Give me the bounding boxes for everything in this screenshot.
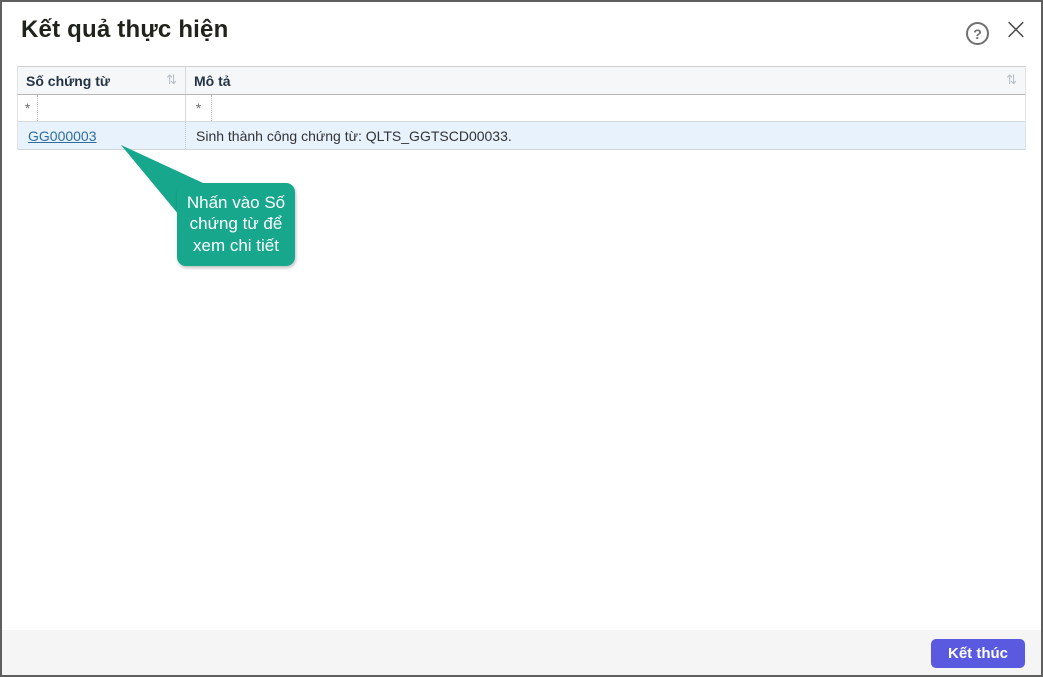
help-icon-glyph: ?	[973, 25, 982, 42]
table-header-row: Số chứng từ ⇅ Mô tả ⇅	[18, 67, 1025, 95]
description-text: Sinh thành công chứng từ: QLTS_GGTSCD000…	[196, 127, 512, 144]
doc-number-link[interactable]: GG000003	[28, 128, 97, 144]
column-header-description[interactable]: Mô tả ⇅	[186, 67, 1025, 94]
dialog-header: Kết quả thực hiện ? ×	[2, 2, 1041, 64]
filter-input-description[interactable]	[212, 95, 1025, 121]
filter-cell-description: *	[186, 95, 1025, 121]
results-table: Số chứng từ ⇅ Mô tả ⇅ * * GG000003 Sinh …	[17, 66, 1026, 150]
sort-icon[interactable]: ⇅	[162, 73, 177, 88]
dialog-footer: Kết thúc	[2, 630, 1041, 675]
column-header-doc-number[interactable]: Số chứng từ ⇅	[18, 67, 186, 94]
filter-input-doc-number[interactable]	[38, 95, 185, 121]
table-filter-row: * *	[18, 95, 1025, 122]
filter-cell-doc-number: *	[18, 95, 186, 121]
finish-button[interactable]: Kết thúc	[931, 639, 1025, 668]
result-dialog: Kết quả thực hiện ? × Số chứng từ ⇅ Mô t…	[0, 0, 1043, 677]
column-label: Số chứng từ	[26, 72, 111, 89]
close-icon-glyph: ×	[1003, 12, 1029, 47]
close-icon[interactable]: ×	[1001, 15, 1031, 46]
column-label: Mô tả	[194, 72, 231, 89]
help-icon[interactable]: ?	[966, 22, 989, 45]
filter-operator-icon[interactable]: *	[18, 95, 39, 121]
description-cell: Sinh thành công chứng từ: QLTS_GGTSCD000…	[186, 122, 1025, 149]
sort-icon[interactable]: ⇅	[1002, 73, 1017, 88]
callout-text: Nhấn vào Số chứng từ để xem chi tiết	[186, 193, 286, 255]
doc-number-cell: GG000003	[18, 122, 186, 149]
filter-operator-icon[interactable]: *	[186, 95, 212, 121]
callout-tooltip: Nhấn vào Số chứng từ để xem chi tiết	[177, 183, 295, 267]
page-title: Kết quả thực hiện	[21, 16, 229, 43]
table-row[interactable]: GG000003 Sinh thành công chứng từ: QLTS_…	[18, 122, 1025, 150]
